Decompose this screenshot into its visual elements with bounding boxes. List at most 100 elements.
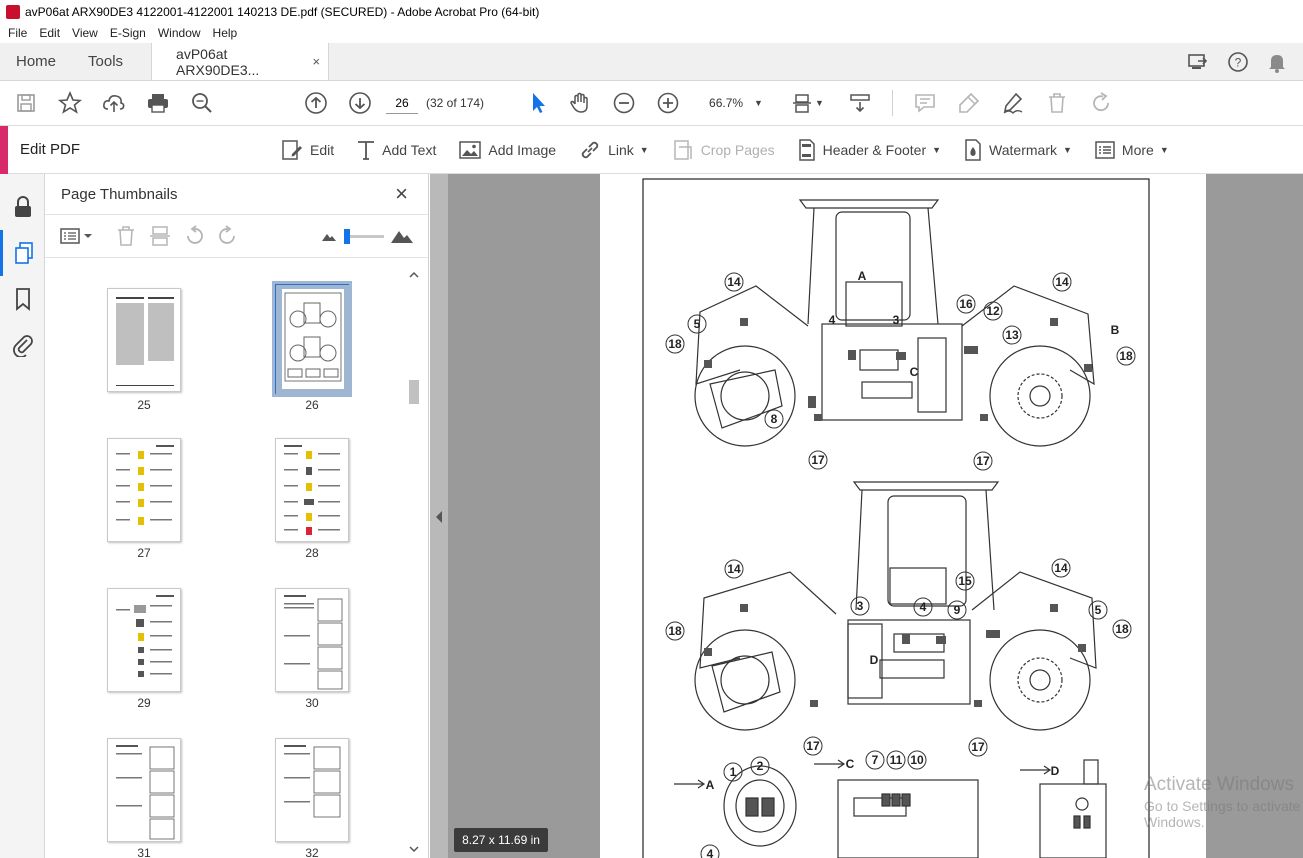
previous-page-icon[interactable] bbox=[304, 91, 328, 115]
callout-bottom-3: 3 bbox=[857, 599, 864, 613]
add-text-icon bbox=[358, 140, 375, 160]
scroll-down-icon[interactable] bbox=[407, 844, 421, 854]
page-26-preview bbox=[276, 285, 350, 395]
redo-icon[interactable] bbox=[1089, 91, 1113, 115]
callout-top-A: A bbox=[858, 269, 867, 283]
zoom-level-value[interactable]: 66.7% bbox=[698, 96, 754, 110]
page-thumbnail-29[interactable] bbox=[107, 588, 181, 692]
tab-document[interactable]: avP06at ARX90DE3... × bbox=[151, 43, 330, 80]
callout-top-B: B bbox=[1111, 323, 1120, 337]
next-page-icon[interactable] bbox=[348, 91, 372, 115]
menu-esign[interactable]: E-Sign bbox=[104, 26, 152, 40]
small-thumbnails-icon[interactable] bbox=[320, 229, 338, 243]
callout-detail-D: D bbox=[1051, 764, 1060, 778]
extract-pages-icon[interactable] bbox=[149, 225, 171, 247]
page-thumbnail-25[interactable] bbox=[107, 288, 181, 392]
close-panel-icon[interactable]: × bbox=[395, 181, 408, 207]
thumbnails-title: Page Thumbnails bbox=[61, 185, 178, 203]
zoom-out-icon[interactable] bbox=[612, 91, 636, 115]
security-lock-icon[interactable] bbox=[0, 184, 45, 230]
callout-bottom-18-left: 18 bbox=[668, 624, 682, 638]
thumbnails-scroll-thumb[interactable] bbox=[409, 380, 419, 404]
menu-edit[interactable]: Edit bbox=[33, 26, 66, 40]
share-screen-icon[interactable] bbox=[1187, 51, 1209, 73]
scroll-up-icon[interactable] bbox=[407, 270, 421, 280]
document-view[interactable]: A 4 3 C 14 5 18 8 17 16 12 13 14 B 18 17… bbox=[430, 174, 1303, 858]
tab-home[interactable]: Home bbox=[0, 43, 72, 80]
main-toolbar: (32 of 174) 66.7% ▼ ▼ bbox=[0, 81, 1303, 126]
watermark-icon bbox=[965, 138, 981, 161]
more-label: More bbox=[1121, 141, 1154, 158]
crop-pages-label: Crop Pages bbox=[700, 141, 775, 158]
collapse-panel-icon[interactable] bbox=[430, 507, 448, 527]
thumbnails-header: Page Thumbnails × bbox=[45, 174, 428, 214]
roller-side-view-bottom bbox=[694, 481, 1097, 731]
save-icon[interactable] bbox=[14, 91, 38, 115]
bookmark-star-icon[interactable] bbox=[58, 91, 82, 115]
zoom-dropdown-icon[interactable]: ▼ bbox=[754, 98, 763, 108]
rotate-right-icon[interactable] bbox=[217, 225, 239, 247]
delete-trash-icon[interactable] bbox=[1045, 91, 1069, 115]
tab-tools[interactable]: Tools bbox=[72, 43, 139, 80]
notifications-bell-icon[interactable] bbox=[1267, 51, 1287, 73]
watermark-button[interactable]: Watermark ▼ bbox=[963, 138, 1072, 162]
callout-bottom-17-right: 17 bbox=[971, 740, 985, 754]
menu-view[interactable]: View bbox=[66, 26, 104, 40]
thumbnails-scrollbar[interactable] bbox=[407, 270, 421, 858]
delete-pages-icon[interactable] bbox=[115, 225, 137, 247]
link-dropdown-icon[interactable]: ▼ bbox=[640, 145, 649, 155]
page-thumbnail-27[interactable] bbox=[107, 438, 181, 542]
zoom-search-icon[interactable] bbox=[190, 91, 214, 115]
svg-text:?: ? bbox=[1235, 55, 1242, 69]
header-footer-dropdown-icon[interactable]: ▼ bbox=[932, 145, 941, 155]
menu-help[interactable]: Help bbox=[207, 26, 244, 40]
rotate-left-icon[interactable] bbox=[183, 225, 205, 247]
hand-tool-icon[interactable] bbox=[568, 91, 592, 115]
page-number-input[interactable] bbox=[386, 92, 418, 114]
draw-sign-icon[interactable] bbox=[1001, 91, 1025, 115]
page-thumbnail-28[interactable] bbox=[275, 438, 349, 542]
page-thumbnail-32[interactable] bbox=[275, 738, 349, 842]
add-image-button[interactable]: Add Image bbox=[458, 139, 556, 161]
page-thumbnail-30[interactable] bbox=[275, 588, 349, 692]
scroll-mode-icon[interactable] bbox=[848, 91, 872, 115]
page-layout-icon[interactable] bbox=[791, 91, 815, 115]
callout-detail-11: 11 bbox=[890, 753, 903, 767]
zoom-in-icon[interactable] bbox=[656, 91, 680, 115]
close-tab-icon[interactable]: × bbox=[312, 54, 320, 69]
callout-top-3: 3 bbox=[893, 313, 900, 327]
more-button[interactable]: More ▼ bbox=[1094, 139, 1169, 161]
edit-text-button[interactable]: Edit bbox=[280, 138, 334, 162]
page-layout-dropdown-icon[interactable]: ▼ bbox=[815, 98, 824, 108]
header-footer-button[interactable]: Header & Footer ▼ bbox=[797, 138, 941, 162]
thumbnails-toolbar bbox=[45, 214, 428, 258]
bookmarks-icon[interactable] bbox=[0, 276, 45, 322]
page-thumbnails-icon[interactable] bbox=[0, 230, 45, 276]
page-thumbnail-31[interactable] bbox=[107, 738, 181, 842]
watermark-dropdown-icon[interactable]: ▼ bbox=[1063, 145, 1072, 155]
thumbnail-options-icon[interactable] bbox=[59, 225, 93, 247]
page-thumbnail-26[interactable] bbox=[272, 281, 352, 397]
callout-top-17-left: 17 bbox=[811, 453, 825, 467]
comment-icon[interactable] bbox=[913, 91, 937, 115]
print-icon[interactable] bbox=[146, 91, 170, 115]
attachments-paperclip-icon[interactable] bbox=[0, 322, 45, 368]
menu-file[interactable]: File bbox=[2, 26, 33, 40]
edit-pdf-title: Edit PDF bbox=[20, 141, 81, 158]
crop-pages-button[interactable]: Crop Pages bbox=[671, 138, 775, 162]
thumbnail-size-slider[interactable] bbox=[344, 228, 384, 244]
callout-top-18-left: 18 bbox=[668, 337, 682, 351]
select-cursor-icon[interactable] bbox=[526, 91, 550, 115]
thumbnail-size-slider-knob[interactable] bbox=[344, 228, 350, 244]
window-title: avP06at ARX90DE3 4122001-4122001 140213 … bbox=[25, 4, 540, 19]
panel-collapse-strip[interactable] bbox=[430, 174, 448, 858]
highlight-pen-icon[interactable] bbox=[957, 91, 981, 115]
large-thumbnails-icon[interactable] bbox=[390, 227, 414, 245]
callout-bottom-9: 9 bbox=[954, 603, 961, 617]
help-icon[interactable]: ? bbox=[1227, 51, 1249, 73]
link-button[interactable]: Link ▼ bbox=[578, 138, 649, 162]
upload-cloud-icon[interactable] bbox=[102, 91, 126, 115]
add-text-button[interactable]: Add Text bbox=[356, 139, 436, 161]
menu-window[interactable]: Window bbox=[152, 26, 207, 40]
more-dropdown-icon[interactable]: ▼ bbox=[1160, 145, 1169, 155]
